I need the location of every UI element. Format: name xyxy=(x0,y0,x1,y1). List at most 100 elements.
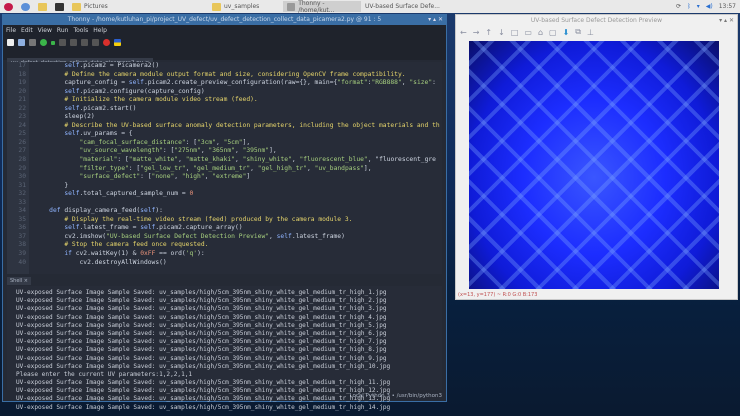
step-out-icon[interactable] xyxy=(81,39,88,46)
open-file-icon[interactable] xyxy=(18,39,25,46)
code-line: if cv2.waitKey(1) & 0xFF == ord('q'): xyxy=(64,250,205,258)
interpreter-status[interactable]: Local Python 3 • /usr/bin/python3 xyxy=(350,393,442,399)
title-bar: Thonny - /home/kutluhan_pi/project_UV_de… xyxy=(3,15,446,25)
step-over-icon[interactable] xyxy=(59,39,66,46)
shell-output[interactable]: UV-exposed Surface Image Sample Saved: u… xyxy=(7,286,442,411)
code-area[interactable]: self.picam2 = Picamera2() # Define the c… xyxy=(34,62,440,267)
run-icon[interactable] xyxy=(40,39,47,46)
line-number: 36 xyxy=(18,224,26,232)
ukraine-flag-icon[interactable] xyxy=(114,39,121,46)
code-line: } xyxy=(34,181,69,189)
menu-tools[interactable]: Tools xyxy=(73,27,88,34)
close-button[interactable]: ✕ xyxy=(729,17,734,24)
code-line: # Define the camera module output format… xyxy=(64,70,406,78)
save-icon[interactable] xyxy=(29,39,36,46)
camera-preview-image[interactable] xyxy=(469,41,719,289)
zoom-in-icon[interactable]: □ xyxy=(511,28,519,37)
new-file-icon[interactable] xyxy=(7,39,14,46)
file-manager-icon[interactable] xyxy=(34,1,51,12)
forward-icon[interactable]: → xyxy=(473,28,480,37)
tab-shell[interactable]: Shell × xyxy=(7,277,31,285)
zoom-out-icon[interactable]: ▭ xyxy=(524,28,532,37)
browser-icon[interactable] xyxy=(17,1,34,12)
raspberry-menu-icon[interactable] xyxy=(0,1,17,12)
debug-icon[interactable] xyxy=(51,40,55,45)
back-icon[interactable]: ← xyxy=(460,28,467,37)
taskbar-item-uv-samples[interactable]: uv_samples xyxy=(208,1,283,12)
line-number: 38 xyxy=(18,241,26,249)
code-line: "material": ["matte_white", "matte_khaki… xyxy=(79,156,436,164)
code-line: def display_camera_feed(self): xyxy=(49,207,163,215)
step-into-icon[interactable] xyxy=(70,39,77,46)
maximize-button[interactable]: ▴ xyxy=(433,16,436,23)
menu-file[interactable]: File xyxy=(6,27,16,34)
line-number: 39 xyxy=(18,250,26,258)
shell-line: UV-exposed Surface Image Sample Saved: u… xyxy=(16,313,387,321)
down-icon[interactable]: ↓ xyxy=(498,28,505,37)
shell-line: UV-exposed Surface Image Sample Saved: u… xyxy=(16,379,391,387)
menu-view[interactable]: View xyxy=(38,27,52,34)
code-line: "filter_type": ["gel_low_tr", "gel_mediu… xyxy=(79,164,372,172)
minimize-button[interactable]: ▾ xyxy=(719,17,722,24)
copy-icon[interactable]: ⧉ xyxy=(575,27,581,37)
code-line: # Display the real-time video stream (fe… xyxy=(64,215,353,223)
code-line: # Initialize the camera module video str… xyxy=(64,96,258,104)
code-line: "surface_defect": ["none", "high", "extr… xyxy=(79,173,251,181)
code-line: self.latest_frame = self.picam2.capture_… xyxy=(64,224,243,232)
close-button[interactable]: ✕ xyxy=(438,16,443,23)
bluetooth-icon[interactable]: ᛒ xyxy=(687,3,691,10)
line-number: 28 xyxy=(18,156,26,164)
taskbar-item-thonny[interactable]: Thonny - /home/kut... xyxy=(283,0,361,14)
toolbar xyxy=(3,36,446,49)
line-number: 21 xyxy=(18,96,26,104)
taskbar-item-pictures[interactable]: Pictures xyxy=(68,1,208,12)
taskbar-label: Thonny - /home/kut... xyxy=(298,0,335,14)
stop-icon[interactable] xyxy=(103,39,110,46)
line-number: 20 xyxy=(18,87,26,95)
minimize-button[interactable]: ▾ xyxy=(428,16,431,23)
code-line: sleep(2) xyxy=(34,113,95,121)
line-number: 40 xyxy=(18,258,26,266)
preview-window: UV-based Surface Defect Detection Previe… xyxy=(455,14,738,300)
line-number: 26 xyxy=(18,138,26,146)
properties-icon[interactable]: ⊥ xyxy=(587,28,594,37)
menu-run[interactable]: Run xyxy=(57,27,69,34)
line-number: 19 xyxy=(18,79,26,87)
line-number: 27 xyxy=(18,147,26,155)
line-number: 22 xyxy=(18,104,26,112)
line-numbers: 17 18 19 20 21 22 23 24 25 26 27 28 29 30 31 32 33 34 35 36… xyxy=(7,62,29,274)
taskbar-item-preview[interactable]: UV-based Surface Defe... xyxy=(361,1,444,12)
sync-icon[interactable]: ⟳ xyxy=(676,3,681,10)
folder-icon xyxy=(212,2,221,11)
menu-help[interactable]: Help xyxy=(93,27,107,34)
terminal-icon[interactable] xyxy=(51,1,68,12)
thonny-window: Thonny - /home/kutluhan_pi/project_UV_de… xyxy=(2,14,447,411)
line-number: 37 xyxy=(18,232,26,240)
line-number: 23 xyxy=(18,113,26,121)
code-line: cv2.destroyAllWindows() xyxy=(34,258,167,266)
save-icon[interactable]: ⬇ xyxy=(563,28,570,37)
pan-icon[interactable]: ▢ xyxy=(549,28,557,37)
shell-line: UV-exposed Surface Image Sample Saved: u… xyxy=(16,403,391,411)
home-icon[interactable]: ⌂ xyxy=(538,28,543,37)
up-icon[interactable]: ↑ xyxy=(485,28,492,37)
code-line: self.total_captured_sample_num = 0 xyxy=(64,190,194,198)
shell-line: UV-exposed Surface Image Sample Saved: u… xyxy=(16,321,387,329)
line-number: 18 xyxy=(18,70,26,78)
shell-line: UV-exposed Surface Image Sample Saved: u… xyxy=(16,362,391,370)
shell-line: UV-exposed Surface Image Sample Saved: u… xyxy=(16,297,387,305)
maximize-button[interactable]: ▴ xyxy=(724,17,727,24)
line-number: 34 xyxy=(18,207,26,215)
menu-bar: File Edit View Run Tools Help xyxy=(3,25,446,36)
wifi-icon[interactable]: ▾ xyxy=(697,3,700,10)
code-line: capture_config = self.picam2.create_prev… xyxy=(34,79,436,87)
code-editor[interactable]: 17 18 19 20 21 22 23 24 25 26 27 28 29 30 31 32 33 34 35 36… xyxy=(7,62,442,274)
code-line: cv2.imshow("UV-based Surface Defect Dete… xyxy=(34,232,345,240)
clock: 13:57 xyxy=(718,3,736,10)
code-line: self.uv_params = { xyxy=(64,130,133,138)
pixel-status: (x=13, y=177) ~ R:0 G:0 B:173 xyxy=(458,292,538,298)
menu-edit[interactable]: Edit xyxy=(21,27,33,34)
resume-icon[interactable] xyxy=(92,39,99,46)
volume-icon[interactable]: ◀) xyxy=(706,3,713,10)
